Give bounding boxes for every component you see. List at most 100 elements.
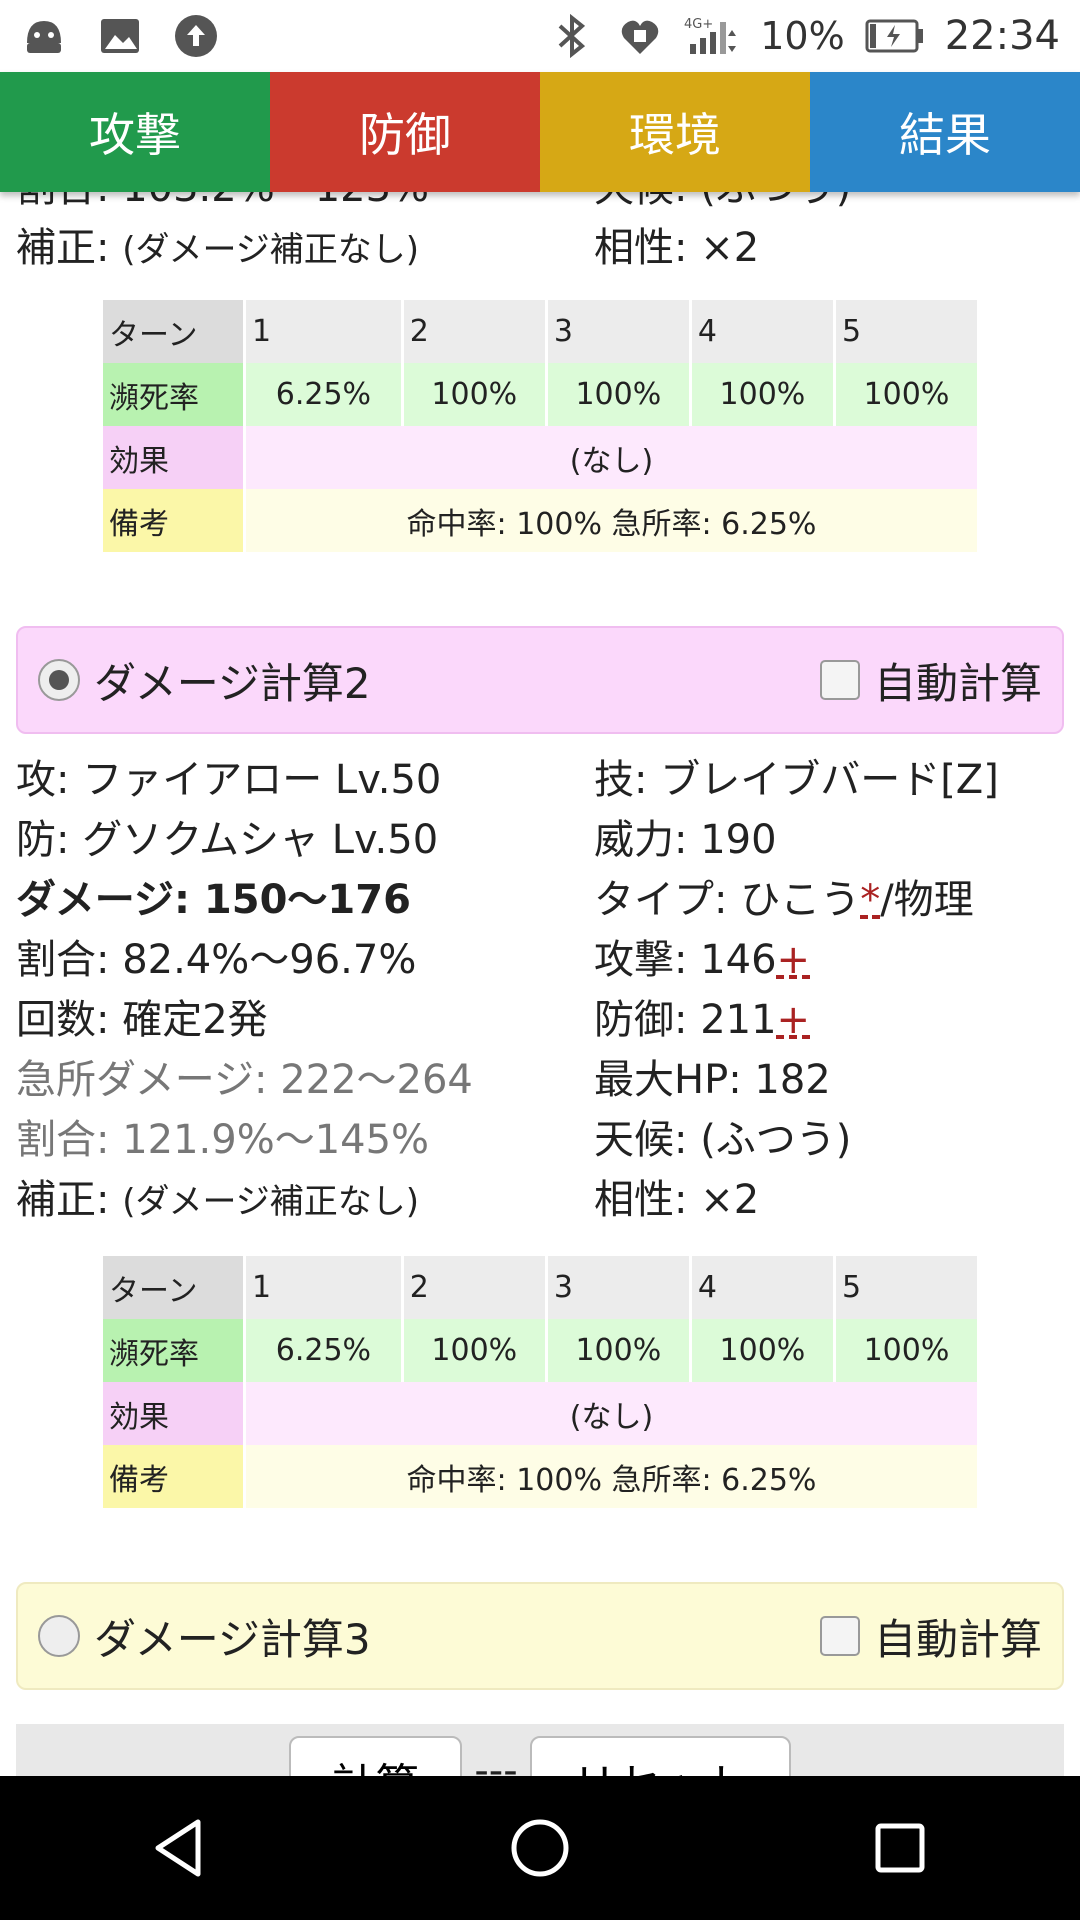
calc2-attacker: 攻: ファイアロー Lv.50 bbox=[16, 757, 442, 803]
battery-percent: 10% bbox=[760, 14, 845, 58]
kill-rate-cell: 100% bbox=[691, 363, 833, 426]
calc1-weather: 天候: (ふつう) bbox=[594, 192, 851, 218]
home-icon[interactable] bbox=[500, 1808, 580, 1888]
scroll-content[interactable]: 割合: 103.2%〜123% 補正: (ダメージ補正なし) 天候: (ふつう)… bbox=[0, 192, 1080, 1776]
calculate-button[interactable]: - 計算 - bbox=[288, 1736, 463, 1776]
main-tab-bar: 攻撃 防御 環境 結果 bbox=[0, 72, 1080, 192]
calc1-compat: 相性: ×2 bbox=[594, 225, 760, 271]
calc2-radio[interactable] bbox=[38, 659, 80, 701]
kill-rate-cell: 100% bbox=[835, 363, 977, 426]
note-header: 備考 bbox=[103, 489, 243, 552]
kill-rate-cell: 100% bbox=[547, 1319, 689, 1382]
turn-cell: 3 bbox=[547, 1256, 689, 1319]
calc2-crit-ratio: 割合: 121.9%〜145% bbox=[16, 1117, 430, 1163]
calc2-compat: 相性: ×2 bbox=[594, 1177, 760, 1223]
turn-cell: 3 bbox=[547, 300, 689, 363]
action-button-bar: - 計算 - --- - リセット - bbox=[16, 1724, 1064, 1776]
turn-cell: 2 bbox=[403, 1256, 545, 1319]
recents-icon[interactable] bbox=[860, 1808, 940, 1888]
turn-cell: 1 bbox=[246, 1256, 401, 1319]
attack-plus-toggle[interactable]: + bbox=[777, 937, 811, 983]
calc2-weather: 天候: (ふつう) bbox=[594, 1117, 852, 1163]
calc2-defense: 防御: 211+ bbox=[594, 990, 999, 1050]
calc2-defense-text: 防御: 211 bbox=[594, 997, 777, 1043]
calc2-correction-note: (ダメージ補正なし) bbox=[122, 1182, 420, 1222]
tab-attack[interactable]: 攻撃 bbox=[0, 72, 270, 192]
calc1-correction-note: (ダメージ補正なし) bbox=[122, 230, 420, 270]
tab-result[interactable]: 結果 bbox=[810, 72, 1080, 192]
kill-rate-cell: 100% bbox=[835, 1319, 977, 1382]
calc2-auto-label: 自動計算 bbox=[873, 658, 1042, 708]
calc2-header: ダメージ計算2 自動計算 bbox=[16, 626, 1064, 734]
effect-value: (なし) bbox=[246, 426, 977, 489]
kill-rate-cell: 100% bbox=[403, 1319, 545, 1382]
note-value: 命中率: 100% 急所率: 6.25% bbox=[246, 489, 977, 552]
turn-cell: 5 bbox=[835, 300, 977, 363]
signal-icon: 4G+ bbox=[684, 12, 740, 60]
turn-cell: 4 bbox=[691, 1256, 833, 1319]
reset-button[interactable]: - リセット - bbox=[529, 1736, 792, 1776]
calc2-max-hp: 最大HP: 182 bbox=[594, 1057, 831, 1103]
note-header: 備考 bbox=[103, 1445, 243, 1508]
calc1-correction-label: 補正: bbox=[16, 225, 110, 271]
battery-icon bbox=[865, 12, 925, 60]
calc3-header: ダメージ計算3 自動計算 bbox=[16, 1582, 1064, 1690]
calc2-correction: 補正: (ダメージ補正なし) bbox=[16, 1170, 473, 1230]
calc3-auto-calc[interactable]: 自動計算 bbox=[819, 1606, 1042, 1667]
kill-rate-cell: 6.25% bbox=[246, 363, 401, 426]
kill-rate-header: 瀕死率 bbox=[103, 363, 243, 426]
calc2-type: タイプ: ひこう*/物理 bbox=[594, 870, 999, 930]
calc2-auto-checkbox[interactable] bbox=[819, 660, 860, 700]
calc2-attack: 攻撃: 146+ bbox=[594, 930, 999, 990]
calc1-result-table: ターン 1 2 3 4 5 瀕死率 6.25% 100% 100% 100% 1… bbox=[100, 300, 980, 552]
calc3-auto-checkbox[interactable] bbox=[819, 1616, 860, 1656]
calc3-title: ダメージ計算3 bbox=[94, 1614, 371, 1664]
tab-attack-label: 攻撃 bbox=[89, 108, 181, 162]
image-icon bbox=[96, 12, 144, 60]
turn-cell: 5 bbox=[835, 1256, 977, 1319]
calc2-move: 技: ブレイブバード[Z] bbox=[594, 757, 999, 803]
calc2-crit-damage: 急所ダメージ: 222〜264 bbox=[16, 1057, 473, 1103]
calc1-correction: 補正: (ダメージ補正なし) bbox=[16, 218, 429, 278]
effect-header: 効果 bbox=[103, 426, 243, 489]
clock-time: 22:34 bbox=[944, 13, 1060, 59]
kill-rate-cell: 100% bbox=[691, 1319, 833, 1382]
android-debug-icon bbox=[20, 12, 68, 60]
turn-cell: 2 bbox=[403, 300, 545, 363]
tab-defense-label: 防御 bbox=[359, 108, 451, 162]
button-separator: --- bbox=[474, 1748, 518, 1776]
calc2-title: ダメージ計算2 bbox=[94, 658, 371, 708]
calc1-ratio: 割合: 103.2%〜123% bbox=[16, 192, 429, 218]
tab-environment[interactable]: 環境 bbox=[540, 72, 810, 192]
type-edit-star[interactable]: * bbox=[860, 877, 880, 923]
calc2-power: 威力: 190 bbox=[594, 817, 777, 863]
effect-value: (なし) bbox=[246, 1382, 977, 1445]
calc2-correction-label: 補正: bbox=[16, 1177, 110, 1223]
kill-rate-cell: 6.25% bbox=[246, 1319, 401, 1382]
bluetooth-icon bbox=[548, 12, 596, 60]
back-icon[interactable] bbox=[140, 1808, 220, 1888]
system-nav-bar bbox=[0, 1776, 1080, 1920]
calc2-attack-text: 攻撃: 146 bbox=[594, 937, 777, 983]
calc2-defender: 防: グソクムシャ Lv.50 bbox=[16, 817, 439, 863]
calc3-auto-label: 自動計算 bbox=[873, 1614, 1042, 1664]
calc2-auto-calc[interactable]: 自動計算 bbox=[819, 650, 1042, 711]
turn-header: ターン bbox=[103, 300, 243, 363]
note-value: 命中率: 100% 急所率: 6.25% bbox=[246, 1445, 977, 1508]
status-bar: 4G+ 10% 22:34 bbox=[0, 0, 1080, 72]
calc2-type-text: タイプ: ひこう bbox=[594, 877, 861, 923]
calc3-radio[interactable] bbox=[38, 1615, 80, 1657]
tab-defense[interactable]: 防御 bbox=[270, 72, 540, 192]
kill-rate-cell: 100% bbox=[547, 363, 689, 426]
calc2-hits: 回数: 確定2発 bbox=[16, 997, 268, 1043]
turn-header: ターン bbox=[103, 1256, 243, 1319]
turn-cell: 1 bbox=[246, 300, 401, 363]
tab-environment-label: 環境 bbox=[629, 108, 721, 162]
calc2-type-category: /物理 bbox=[880, 877, 974, 923]
kill-rate-cell: 100% bbox=[403, 363, 545, 426]
effect-header: 効果 bbox=[103, 1382, 243, 1445]
calc2-damage: ダメージ: 150〜176 bbox=[16, 877, 411, 923]
defense-plus-toggle[interactable]: + bbox=[777, 997, 811, 1043]
kill-rate-header: 瀕死率 bbox=[103, 1319, 243, 1382]
turn-cell: 4 bbox=[691, 300, 833, 363]
